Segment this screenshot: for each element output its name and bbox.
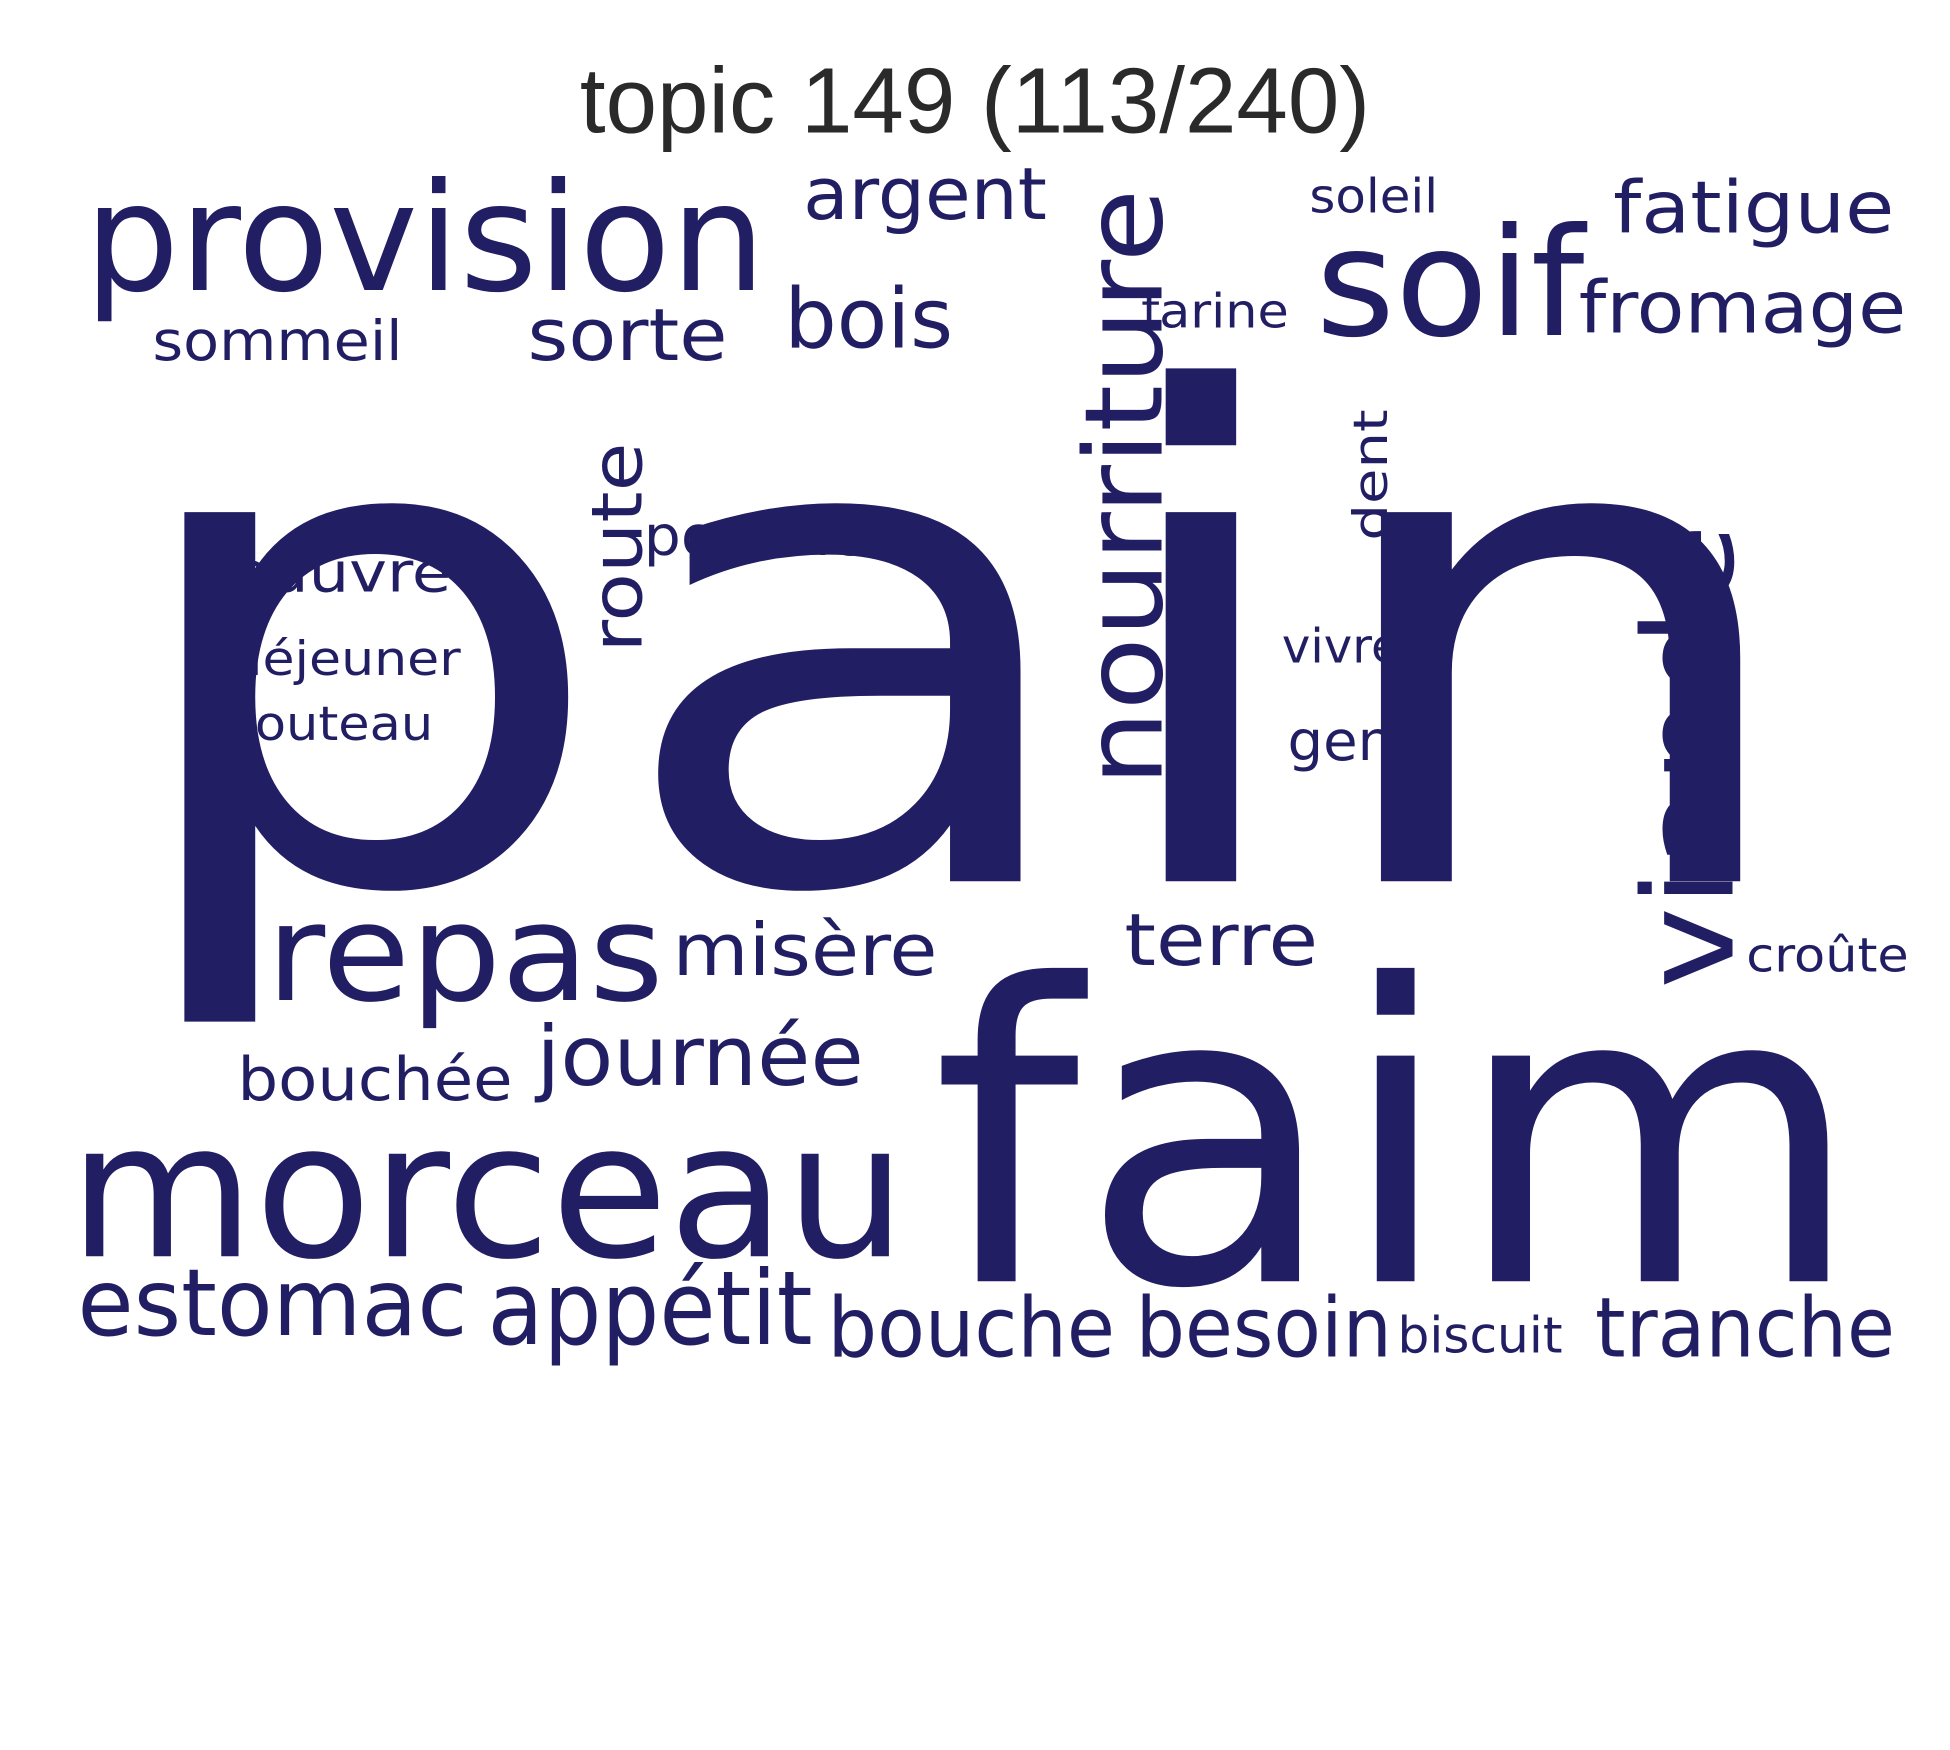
word-terre: terre: [1124, 899, 1318, 983]
word-vivres: vivres: [1282, 620, 1426, 675]
word-farine: farine: [1141, 285, 1289, 340]
word-bois: bois: [784, 272, 953, 368]
word-sommeil: sommeil: [153, 309, 403, 373]
word-pomme: pomme: [644, 504, 867, 568]
word-misère: misère: [673, 909, 938, 993]
word-pauvre: pauvre: [229, 540, 452, 604]
word-estomac: estomac: [78, 1249, 468, 1357]
word-journée: journée: [534, 1009, 864, 1105]
word-fatigue: fatigue: [1613, 167, 1894, 251]
word-dent: dent: [1344, 409, 1399, 540]
word-fromage: fromage: [1579, 267, 1907, 351]
word-soleil: soleil: [1309, 170, 1438, 225]
word-cloud: painfaimprovisionmorceaurepassoifnourrit…: [69, 152, 1909, 1379]
word-biscuit: biscuit: [1398, 1307, 1563, 1365]
word-appétit: appétit: [488, 1250, 813, 1369]
word-gens: gens: [1288, 709, 1423, 773]
word-déjeuner: déjeuner: [229, 632, 461, 687]
word-viande: viande: [1618, 524, 1763, 989]
word-bouchée: bouchée: [238, 1045, 513, 1115]
word-croûte: croûte: [1746, 928, 1909, 983]
word-argent: argent: [803, 153, 1047, 237]
word-nourriture: nourriture: [1063, 189, 1188, 787]
word-couteau: couteau: [227, 697, 433, 752]
word-besoin: besoin: [1136, 1280, 1392, 1376]
word-sorte: sorte: [528, 294, 728, 378]
word-bouche: bouche: [828, 1280, 1116, 1376]
word-tranche: tranche: [1595, 1280, 1895, 1376]
